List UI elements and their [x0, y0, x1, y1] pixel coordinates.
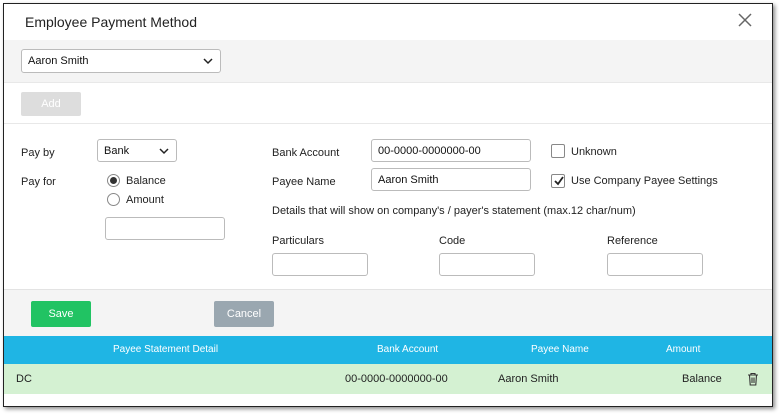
action-bar: Save Cancel	[4, 289, 772, 336]
unknown-checkbox[interactable]	[551, 144, 565, 158]
dialog-title: Employee Payment Method	[25, 14, 197, 30]
pay-for-balance-label: Balance	[126, 175, 166, 187]
payee-name-label: Payee Name	[272, 176, 336, 188]
cancel-button[interactable]: Cancel	[214, 301, 274, 327]
chevron-down-icon	[159, 148, 169, 155]
pay-by-value: Bank	[104, 145, 130, 157]
table-header: Payee Statement Detail Bank Account Paye…	[4, 336, 772, 364]
particulars-label: Particulars	[272, 235, 324, 247]
column-header-amount: Amount	[666, 344, 701, 355]
bank-account-label: Bank Account	[272, 147, 340, 159]
employee-select-value: Aaron Smith	[28, 55, 89, 67]
pay-for-label: Pay for	[21, 176, 56, 188]
toolbar: Add	[4, 82, 772, 124]
column-header-bank-account: Bank Account	[377, 344, 439, 355]
cell-detail: DC	[16, 373, 32, 385]
payment-form: Pay by Bank Pay for Balance Amount Bank …	[4, 124, 772, 289]
pay-by-label: Pay by	[21, 147, 55, 159]
add-button[interactable]: Add	[21, 92, 81, 116]
trash-icon[interactable]	[747, 372, 759, 386]
use-company-payee-label: Use Company Payee Settings	[571, 175, 718, 187]
column-header-detail: Payee Statement Detail	[113, 344, 219, 355]
cell-bank-account: 00-0000-0000000-00	[345, 373, 448, 385]
pay-by-select[interactable]: Bank	[97, 139, 177, 162]
details-note: Details that will show on company's / pa…	[272, 205, 636, 217]
employee-payment-method-dialog: Employee Payment Method Aaron Smith Add …	[3, 3, 773, 407]
check-icon	[554, 176, 564, 186]
pay-for-amount-label: Amount	[126, 194, 164, 206]
column-header-payee-name: Payee Name	[531, 344, 589, 355]
bank-account-input[interactable]: 00-0000-0000000-00	[371, 139, 531, 162]
use-company-payee-checkbox[interactable]	[551, 174, 565, 188]
amount-input[interactable]	[105, 217, 225, 240]
chevron-down-icon	[203, 58, 213, 65]
reference-input[interactable]	[607, 253, 703, 276]
employee-select[interactable]: Aaron Smith	[21, 49, 221, 73]
reference-label: Reference	[607, 235, 658, 247]
employee-select-bar: Aaron Smith	[4, 40, 772, 82]
dialog-header: Employee Payment Method	[4, 4, 772, 40]
particulars-input[interactable]	[272, 253, 368, 276]
pay-for-amount-radio[interactable]	[107, 193, 120, 206]
code-label: Code	[439, 235, 466, 247]
unknown-label: Unknown	[571, 146, 617, 158]
pay-for-balance-radio[interactable]	[107, 174, 120, 187]
save-button[interactable]: Save	[31, 301, 91, 327]
code-input[interactable]	[439, 253, 535, 276]
table-row[interactable]: DC 00-0000-0000000-00 Aaron Smith Balanc…	[4, 364, 772, 394]
close-icon[interactable]	[738, 13, 752, 27]
cell-payee-name: Aaron Smith	[498, 373, 559, 385]
cell-amount: Balance	[682, 373, 722, 385]
payee-name-input[interactable]: Aaron Smith	[371, 168, 531, 191]
